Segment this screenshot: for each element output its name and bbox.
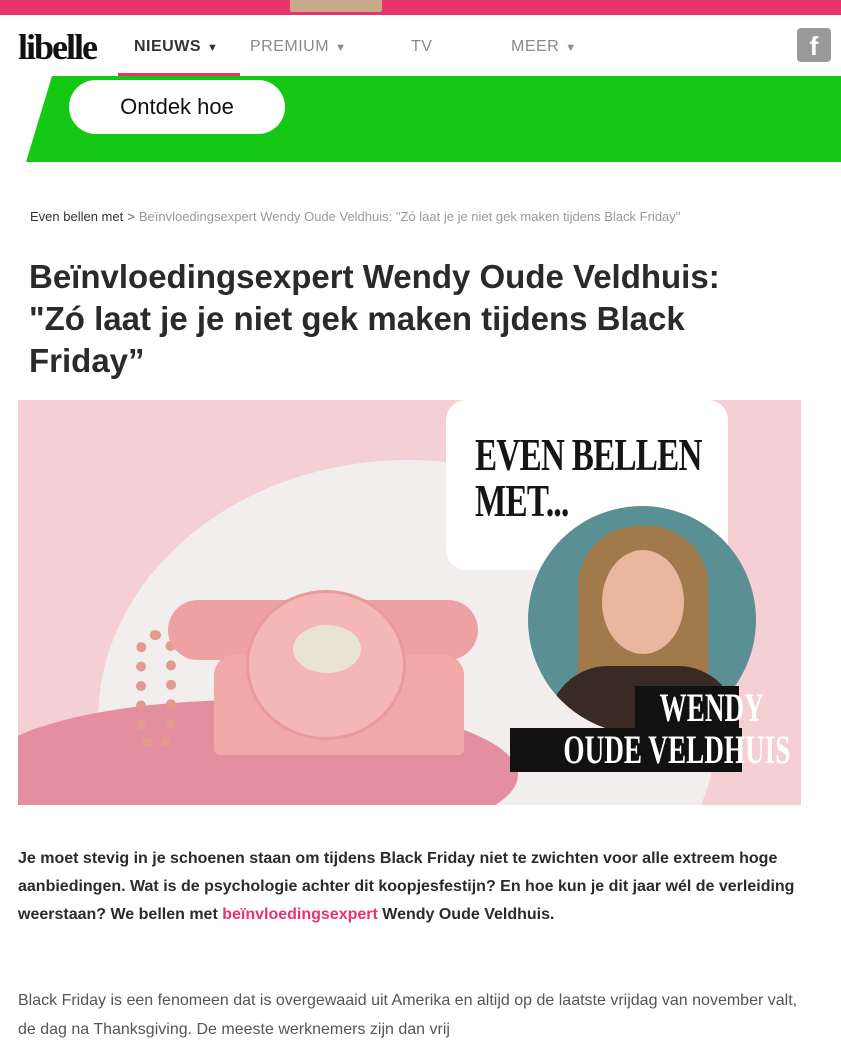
- phone-cord: [136, 630, 176, 750]
- nav-item-label: PREMIUM: [250, 38, 330, 55]
- nav-item-label: NIEUWS: [134, 38, 201, 55]
- chevron-down-icon: ▼: [565, 42, 577, 54]
- hero-image: EVEN BELLEN MET... WENDY OUDE VELDHUIS: [18, 400, 801, 805]
- article-title: Beïnvloedingsexpert Wendy Oude Veldhuis:…: [29, 258, 720, 379]
- discover-button[interactable]: Ontdek hoe: [69, 80, 285, 134]
- chevron-down-icon: ▼: [335, 42, 347, 54]
- nav-item-tv[interactable]: TV: [411, 38, 432, 56]
- name-line-2: OUDE VELDHUIS: [563, 727, 791, 772]
- name-label-last: OUDE VELDHUIS: [510, 728, 790, 772]
- nav-item-premium[interactable]: PREMIUM ▼: [250, 38, 346, 56]
- nav-item-label: MEER: [511, 38, 560, 55]
- chevron-down-icon: ▼: [207, 42, 219, 54]
- chevron-right-icon: >: [127, 209, 135, 224]
- site-header: libelle NIEUWS ▼ PREMIUM ▼ TV MEER ▼ f: [0, 15, 841, 76]
- article-lead: Je moet stevig in je schoenen staan om t…: [18, 845, 818, 929]
- ad-thumbnail[interactable]: [290, 0, 382, 12]
- portrait-face: [602, 550, 684, 654]
- facebook-icon[interactable]: f: [797, 28, 831, 62]
- breadcrumb-current: Beïnvloedingsexpert Wendy Oude Veldhuis:…: [138, 209, 681, 224]
- lead-link[interactable]: beïnvloedingsexpert: [222, 906, 378, 923]
- nav-item-meer[interactable]: MEER ▼: [511, 38, 577, 56]
- name-label-first: WENDY: [635, 686, 764, 730]
- top-accent-bar: [0, 0, 841, 15]
- nav-item-label: TV: [411, 38, 433, 55]
- banner-diagonal-cut: [26, 76, 52, 162]
- lead-text-2: Wendy Oude Veldhuis.: [377, 906, 555, 923]
- breadcrumb: Even bellen met > Beïnvloedingsexpert Wend…: [30, 208, 820, 225]
- breadcrumb-link[interactable]: Even bellen met: [30, 209, 123, 224]
- nav-item-nieuws[interactable]: NIEUWS ▼: [134, 38, 218, 56]
- card-line-1: EVEN BELLEN: [475, 429, 702, 480]
- name-line-1: WENDY: [659, 685, 764, 730]
- article-body: Black Friday is een fenomeen dat is over…: [18, 992, 798, 1038]
- promo-banner: Ontdek hoe: [26, 76, 841, 162]
- dial-center: [293, 625, 361, 673]
- site-logo[interactable]: libelle: [18, 26, 98, 68]
